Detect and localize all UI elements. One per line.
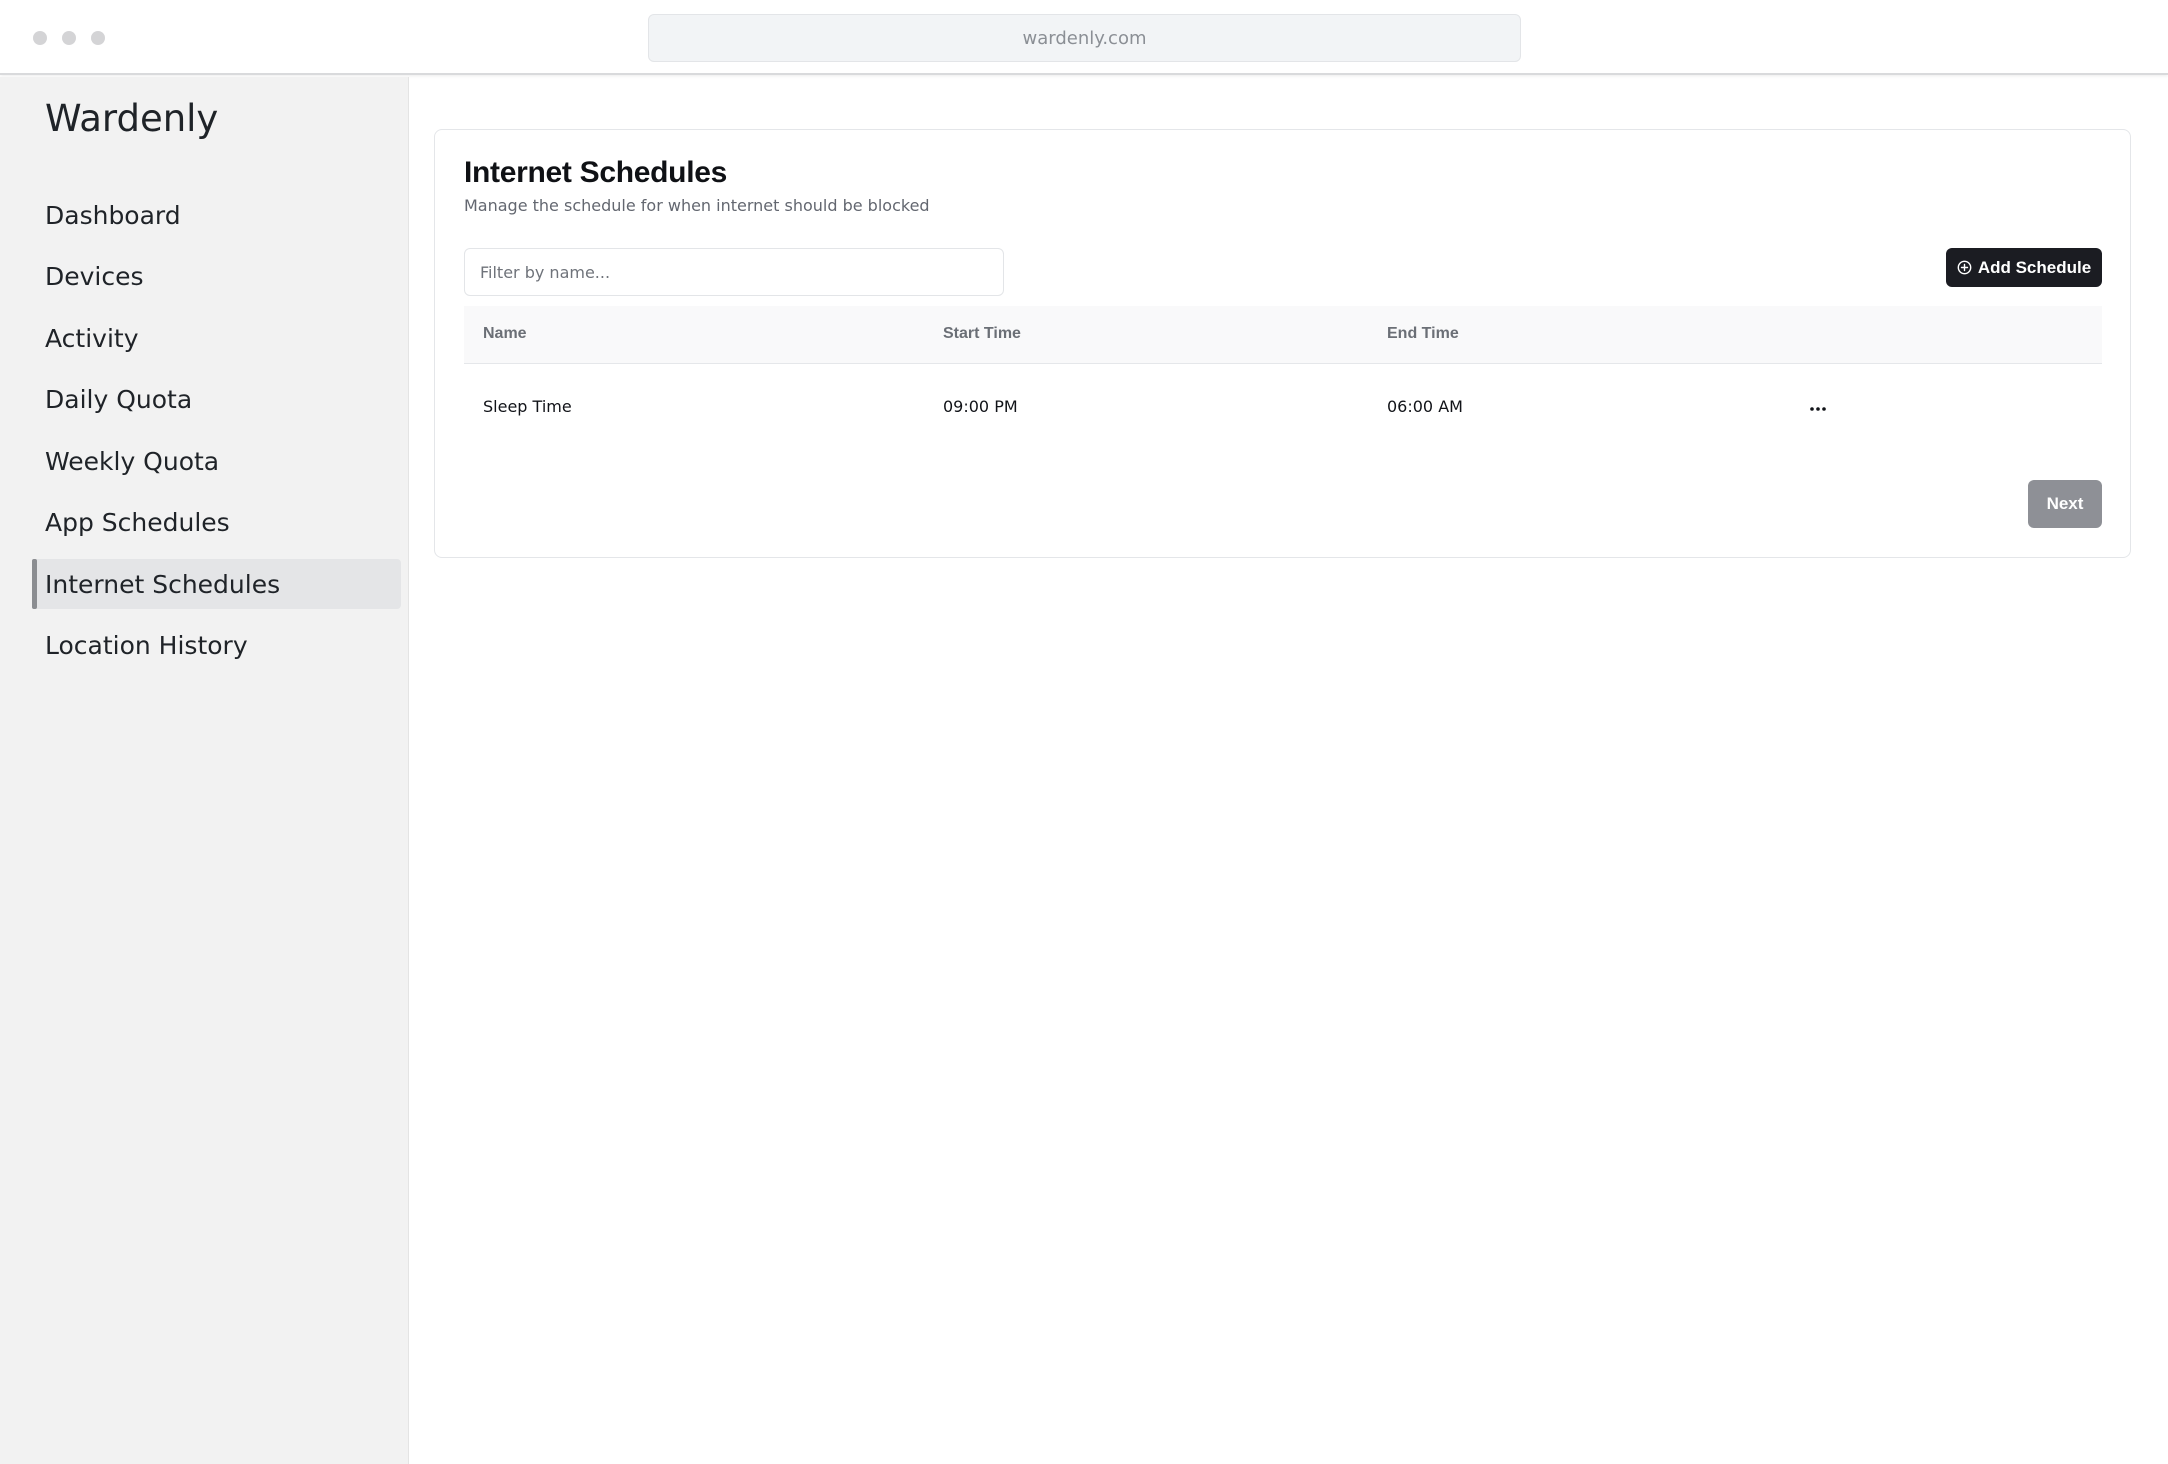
column-header-start-time[interactable]: Start Time (943, 325, 1021, 343)
sidebar-item-label: Activity (45, 323, 139, 353)
add-schedule-button[interactable]: Add Schedule (1946, 248, 2102, 287)
sidebar-item-dashboard[interactable]: Dashboard (32, 190, 401, 240)
add-schedule-label: Add Schedule (1977, 257, 2092, 277)
sidebar-item-label: App Schedules (45, 508, 230, 537)
row-actions-button[interactable] (1803, 391, 1833, 421)
sidebar-item-devices[interactable]: Devices (32, 252, 401, 302)
next-page-button[interactable]: Next (2028, 480, 2102, 528)
page-subtitle: Manage the schedule for when internet sh… (464, 196, 930, 215)
filter-input[interactable] (464, 248, 1004, 296)
schedules-card: Internet Schedules Manage the schedule f… (434, 129, 2131, 558)
window-close-dot[interactable] (33, 31, 47, 45)
sidebar-item-label: Daily Quota (45, 385, 193, 414)
schedule-start-cell: 09:00 PM (943, 397, 1018, 416)
sidebar-item-weekly-quota[interactable]: Weekly Quota (32, 436, 401, 486)
sidebar-nav: Dashboard Devices Activity Daily Quota W… (32, 190, 401, 682)
browser-toolbar: wardenly.com (0, 0, 2168, 75)
page-title: Internet Schedules (464, 156, 728, 189)
window-minimize-dot[interactable] (62, 31, 76, 45)
column-header-name[interactable]: Name (483, 325, 527, 343)
sidebar-item-label: Dashboard (45, 200, 181, 230)
plus-circle-icon (1957, 260, 1972, 275)
table-row: Sleep Time 09:00 PM 06:00 AM (464, 364, 2102, 448)
column-header-end-time[interactable]: End Time (1387, 325, 1459, 343)
schedule-name-cell: Sleep Time (483, 397, 572, 416)
sidebar-item-label: Internet Schedules (45, 569, 281, 599)
sidebar-item-daily-quota[interactable]: Daily Quota (32, 375, 401, 425)
window-maximize-dot[interactable] (91, 31, 105, 45)
address-bar-url: wardenly.com (1022, 27, 1147, 49)
brand-logo-text: Wardenly (45, 97, 219, 140)
more-horizontal-icon (1809, 396, 1827, 417)
sidebar-item-label: Location History (45, 631, 248, 660)
address-bar[interactable]: wardenly.com (648, 14, 1521, 62)
sidebar-item-app-schedules[interactable]: App Schedules (32, 498, 401, 548)
sidebar-item-internet-schedules[interactable]: Internet Schedules (32, 559, 401, 609)
sidebar-item-location-history[interactable]: Location History (32, 621, 401, 671)
schedule-end-cell: 06:00 AM (1387, 397, 1463, 416)
sidebar: Wardenly Dashboard Devices Activity Dail… (0, 77, 409, 1464)
sidebar-item-activity[interactable]: Activity (32, 313, 401, 363)
sidebar-item-label: Weekly Quota (45, 446, 220, 476)
table-header: Name Start Time End Time (464, 306, 2102, 364)
sidebar-item-label: Devices (45, 262, 144, 291)
